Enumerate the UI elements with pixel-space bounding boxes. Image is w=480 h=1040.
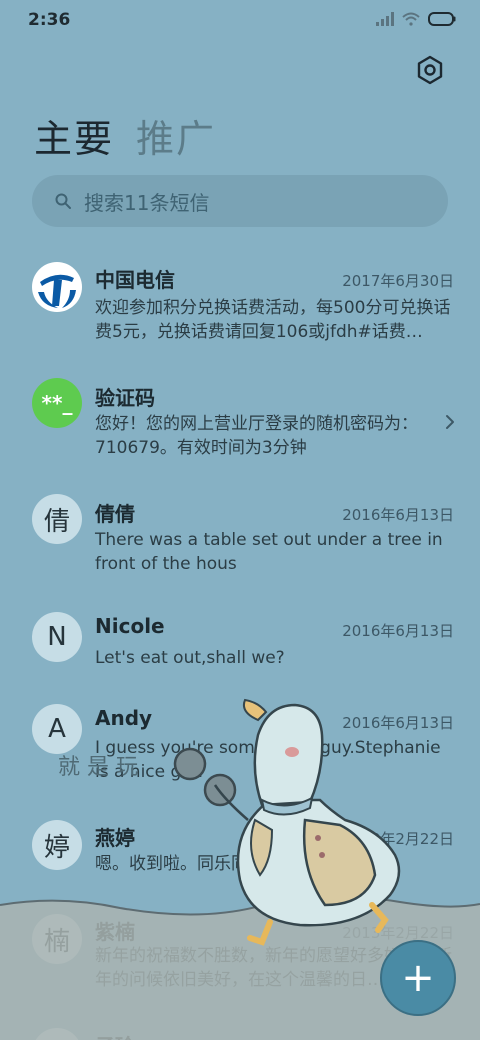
conversation-item[interactable]: 婷 燕婷 2013年2月22日 嗯。收到啦。同乐同乐。 — [0, 818, 480, 898]
settings-gear-icon[interactable] — [414, 54, 446, 86]
avatar: A — [32, 704, 82, 754]
conversation-item[interactable]: **_ 验证码 您好！您的网上营业厅登录的随机密码为：710679。有效时间为3… — [0, 376, 480, 476]
message-date: 2016年6月13日 — [342, 622, 454, 640]
conversation-item[interactable]: N Nicole 2016年6月13日 Let's eat out,shall … — [0, 608, 480, 688]
avatar: 楠 — [32, 914, 82, 964]
message-preview: I guess you're some lucky guy.Stephanie … — [95, 738, 441, 782]
avatar: 婷 — [32, 820, 82, 870]
message-date: 2016年6月13日 — [342, 506, 454, 524]
message-preview: 您好！您的网上营业厅登录的随机密码为：710679。有效时间为3分钟 — [95, 414, 418, 458]
avatar — [32, 1028, 82, 1040]
avatar-text: 倩 — [43, 506, 70, 537]
conversation-item[interactable]: 子玲 — [0, 1024, 480, 1040]
message-preview: 欢迎参加积分兑换话费活动，每500分可兑换话费5元，兑换话费请回复106或jfd… — [95, 298, 451, 342]
compose-button[interactable]: + — [380, 940, 456, 1016]
sender-name: 子玲 — [95, 1030, 135, 1040]
message-date: 2017年6月30日 — [342, 272, 454, 290]
avatar-text: A — [48, 714, 66, 744]
search-placeholder: 搜索11条短信 — [84, 190, 210, 215]
avatar-text: N — [47, 622, 67, 652]
avatar-text: **_ — [41, 391, 73, 415]
message-preview: 嗯。收到啦。同乐同乐。 — [95, 854, 282, 874]
status-bar: 2:36 — [0, 0, 480, 40]
message-preview: There was a table set out under a tree i… — [95, 530, 443, 574]
conversation-item[interactable]: 中国电信 2017年6月30日 欢迎参加积分兑换话费活动，每500分可兑换话费5… — [0, 258, 480, 358]
avatar-text: 婷 — [43, 832, 70, 863]
message-date: 2013年2月22日 — [342, 830, 454, 848]
conversation-item[interactable]: 倩 倩倩 2016年6月13日 There was a table set ou… — [0, 492, 480, 592]
chevron-right-icon[interactable] — [440, 412, 460, 432]
tab-bar: 主要 推广 — [34, 108, 216, 163]
sender-name: 验证码 — [95, 386, 155, 410]
sender-name: Andy — [95, 706, 153, 730]
sender-name: 倩倩 — [95, 502, 135, 526]
sender-name: 燕婷 — [95, 826, 135, 850]
tab-primary[interactable]: 主要 — [34, 108, 114, 163]
avatar-text: 楠 — [43, 926, 70, 957]
plus-icon: + — [401, 955, 435, 1001]
search-icon — [55, 193, 71, 209]
message-date: 2016年6月13日 — [342, 714, 454, 732]
china-telecom-logo-avatar — [32, 262, 82, 312]
avatar: **_ — [32, 378, 82, 428]
sender-name: 紫楠 — [95, 920, 135, 944]
message-preview: Let's eat out,shall we? — [95, 648, 285, 668]
china-telecom-logo-icon — [33, 263, 81, 311]
tab-promotions[interactable]: 推广 — [136, 108, 216, 163]
signal-icon — [376, 12, 394, 26]
status-icons — [376, 12, 456, 26]
avatar: 倩 — [32, 494, 82, 544]
search-bar[interactable]: 搜索11条短信 — [32, 175, 448, 227]
wifi-icon — [402, 12, 420, 26]
battery-icon — [428, 12, 456, 26]
conversation-item[interactable]: A Andy 2016年6月13日 I guess you're some lu… — [0, 702, 480, 802]
status-time: 2:36 — [28, 10, 71, 30]
avatar: N — [32, 612, 82, 662]
sender-name: 中国电信 — [95, 268, 175, 292]
sender-name: Nicole — [95, 614, 165, 638]
message-date: 2013年2月22日 — [342, 924, 454, 942]
